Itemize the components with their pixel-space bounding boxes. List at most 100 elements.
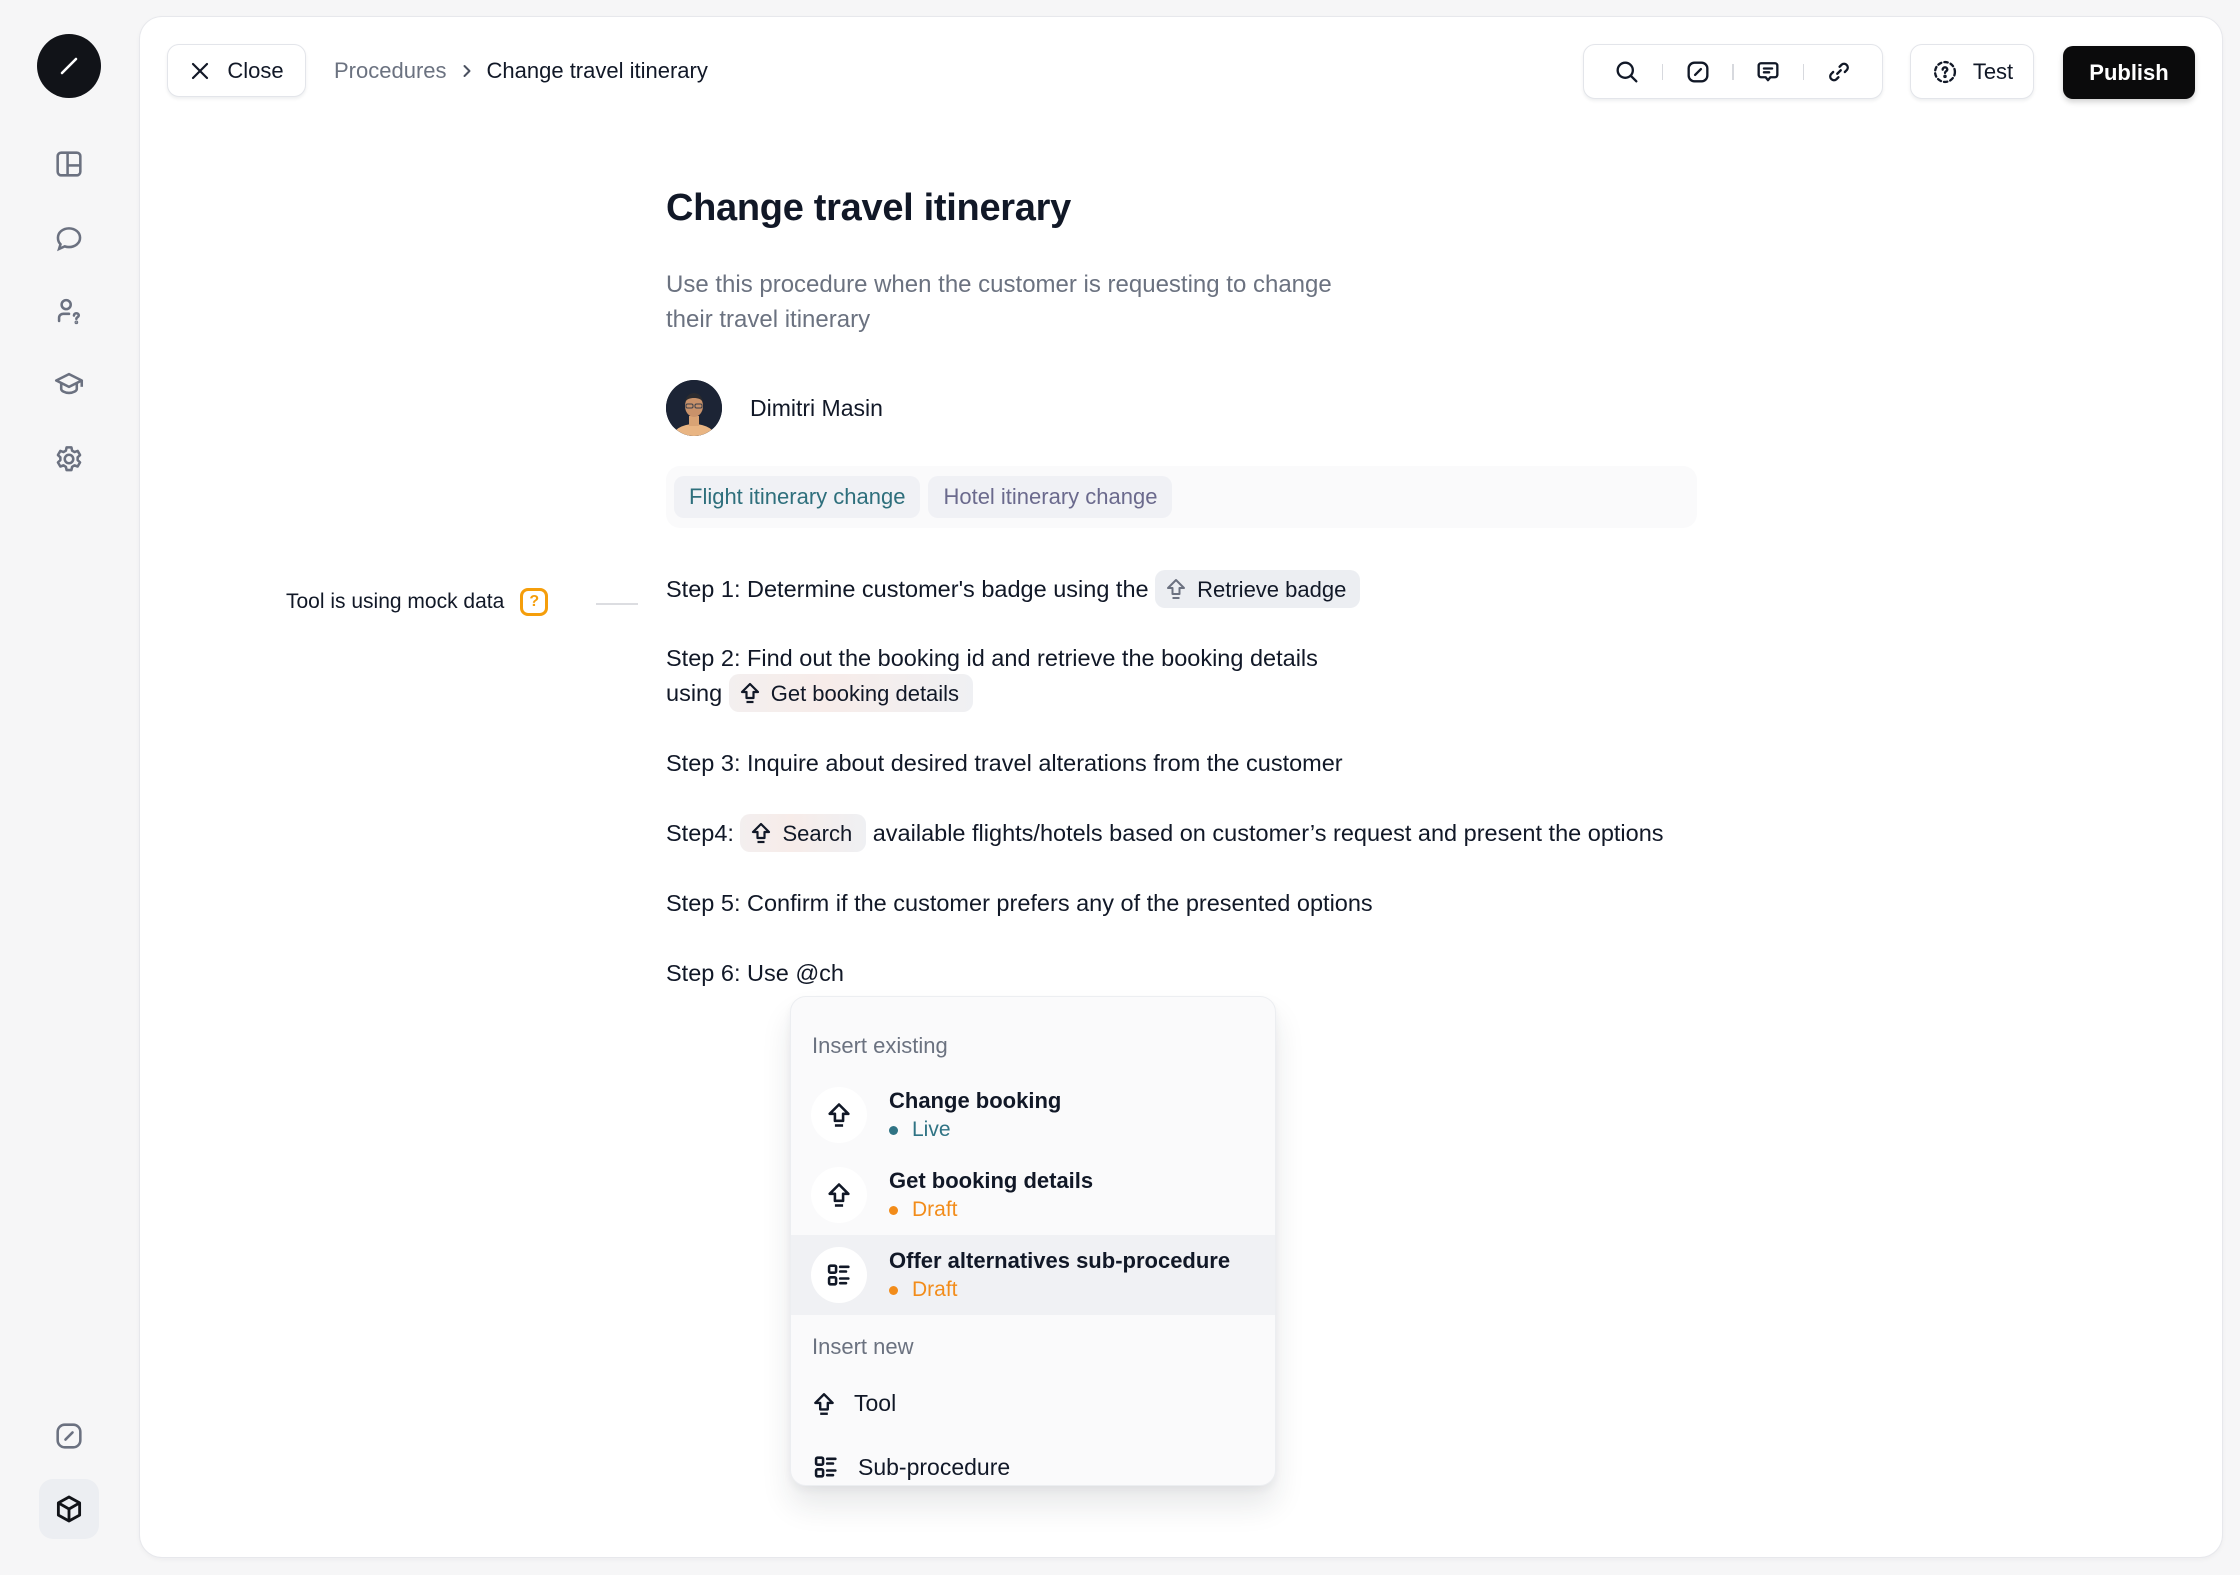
search-button[interactable]: [1599, 50, 1655, 94]
toolbar-divider: [1661, 63, 1664, 80]
rail-item-settings[interactable]: [39, 429, 99, 489]
step-3[interactable]: Step 3: Inquire about desired travel alt…: [666, 746, 1343, 781]
step-2[interactable]: Step 2: Find out the booking id and retr…: [666, 641, 1318, 676]
avatar: [666, 380, 722, 436]
step-6[interactable]: Step 6: Use @ch: [666, 956, 844, 991]
step-text: Step 1: Determine customer's badge using…: [666, 576, 1156, 603]
link-icon: [1828, 62, 1849, 81]
tool-arrow-icon: [740, 682, 759, 704]
chip-label: Retrieve badge: [1197, 576, 1347, 602]
step-text: Step 2: Find out the booking id and retr…: [666, 645, 1318, 671]
tool-arrow-icon: [828, 1183, 850, 1207]
tool-chip-get-booking-details[interactable]: Get booking details: [728, 674, 974, 712]
step-2-continued[interactable]: using Get booking details: [666, 674, 974, 714]
close-label: Close: [227, 57, 284, 83]
toolbar-divider: [1732, 63, 1734, 80]
step-5[interactable]: Step 5: Confirm if the customer prefers …: [666, 886, 1373, 921]
step-text: Step4:: [666, 820, 741, 847]
step-text: available flights/hotels based on custom…: [872, 820, 1664, 847]
menu-item-change-booking[interactable]: Change booking Live: [791, 1075, 1275, 1155]
rail-item-training[interactable]: [39, 354, 99, 414]
copy-link-button[interactable]: [1811, 50, 1867, 94]
rail-item-conversations[interactable]: [39, 209, 99, 269]
status-label: Draft: [912, 1198, 958, 1221]
tool-chip-retrieve-badge[interactable]: Retrieve badge: [1155, 570, 1361, 608]
chat-bubble-icon: [56, 227, 82, 252]
menu-item-label: Sub-procedure: [858, 1453, 1011, 1480]
author: Dimitri Masin: [666, 380, 883, 436]
layout-grid-icon: [56, 151, 82, 177]
slash-square-icon: [1687, 61, 1709, 82]
insert-mention-menu: Insert existing Change booking Live Get …: [790, 996, 1276, 1486]
tool-arrow-icon: [814, 1392, 834, 1415]
menu-item-new-sub-procedure[interactable]: Sub-procedure: [812, 1453, 1010, 1481]
author-name: Dimitri Masin: [750, 394, 883, 421]
search-icon: [1616, 61, 1638, 83]
step-text: Step 5: Confirm if the customer prefers …: [666, 890, 1373, 916]
status-label: Live: [912, 1118, 951, 1141]
rail-item-dashboard[interactable]: [39, 134, 99, 194]
status-label: Draft: [912, 1278, 958, 1301]
toolbar-divider: [1802, 63, 1805, 80]
avatar-photo: [666, 380, 722, 436]
rail-item-procedures[interactable]: [39, 1406, 99, 1466]
mock-data-label: Tool is using mock data: [286, 590, 505, 613]
mock-data-note: Tool is using mock data ?: [286, 588, 549, 616]
procedure-title[interactable]: Change travel itinerary: [666, 187, 1071, 230]
test-label: Test: [1972, 58, 2014, 84]
status-dot: [889, 1205, 898, 1215]
status-badge: Draft: [889, 1198, 1093, 1222]
tool-arrow-icon: [828, 1103, 850, 1127]
rail-item-tools[interactable]: [39, 1479, 99, 1539]
user-question-icon: [57, 298, 81, 325]
tag-hotel-itinerary-change[interactable]: Hotel itinerary change: [928, 476, 1173, 518]
app-logo[interactable]: [37, 34, 101, 98]
step-1[interactable]: Step 1: Determine customer's badge using…: [666, 570, 1361, 610]
status-badge: Live: [889, 1118, 1061, 1142]
mi-icon-wrap: [811, 1247, 867, 1303]
tags-field[interactable]: Flight itinerary change Hotel itinerary …: [666, 466, 1697, 528]
help-circle-dashed-icon: [1933, 60, 1956, 83]
graduation-cap-icon: [54, 372, 84, 395]
step-text: Step 3: Inquire about desired travel alt…: [666, 750, 1343, 776]
close-button[interactable]: Close: [167, 44, 306, 97]
tag-flight-itinerary-change[interactable]: Flight itinerary change: [674, 476, 921, 518]
chevron-right-icon: [463, 65, 471, 77]
menu-item-get-booking-details[interactable]: Get booking details Draft: [791, 1155, 1275, 1235]
publish-button[interactable]: Publish: [2063, 46, 2195, 99]
rail-item-customers[interactable]: [39, 281, 99, 341]
procedure-editor-panel: Close Procedures Change travel itinerary: [140, 17, 2222, 1557]
tool-arrow-icon: [752, 822, 771, 844]
mock-note-connector: [596, 603, 638, 605]
test-button[interactable]: Test: [1910, 44, 2034, 99]
insert-existing-heading: Insert existing: [812, 1033, 948, 1058]
close-icon: [192, 62, 209, 79]
insert-new-heading: Insert new: [812, 1334, 914, 1359]
comments-button[interactable]: [1740, 50, 1796, 94]
chip-label: Search: [782, 820, 853, 846]
status-badge: Draft: [889, 1278, 1230, 1302]
tool-chip-search[interactable]: Search: [740, 814, 867, 852]
procedure-button[interactable]: [1670, 50, 1726, 94]
sub-procedure-icon: [814, 1456, 837, 1478]
warning-question-icon[interactable]: ?: [520, 588, 549, 616]
step-text: Step 6: Use @ch: [666, 960, 844, 986]
left-rail: [0, 0, 140, 1575]
status-dot: [889, 1125, 898, 1135]
procedure-description[interactable]: Use this procedure when the customer is …: [666, 267, 1366, 337]
step-4[interactable]: Step4: Search available flights/hotels b…: [666, 814, 1664, 854]
slash-logo-icon: [60, 57, 78, 75]
breadcrumb-procedures[interactable]: Procedures: [334, 58, 447, 84]
comment-icon: [1757, 61, 1779, 81]
menu-item-title: Change booking: [889, 1088, 1062, 1113]
chip-label: Get booking details: [770, 680, 960, 706]
menu-item-label: Tool: [854, 1390, 897, 1416]
menu-item-new-tool[interactable]: Tool: [812, 1390, 896, 1417]
breadcrumb: Procedures Change travel itinerary: [334, 55, 708, 87]
cube-icon: [56, 1495, 82, 1523]
sub-procedure-icon: [827, 1264, 850, 1286]
menu-item-title: Offer alternatives sub-procedure: [889, 1248, 1231, 1273]
menu-item-title: Get booking details: [889, 1168, 1094, 1193]
menu-item-offer-alternatives[interactable]: Offer alternatives sub-procedure Draft: [791, 1235, 1275, 1315]
tool-arrow-icon: [1167, 579, 1186, 599]
